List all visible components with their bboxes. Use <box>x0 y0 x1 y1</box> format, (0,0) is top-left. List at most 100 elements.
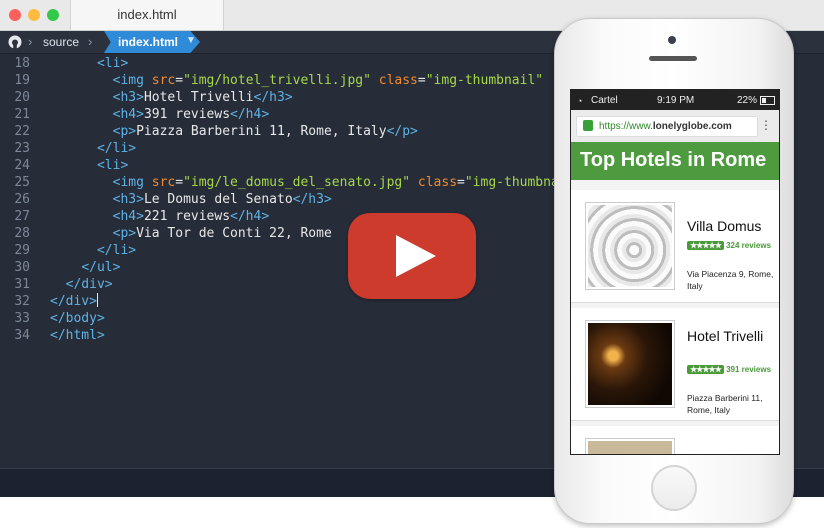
code-text: <h3>Le Domus del Senato</h3> <box>50 191 332 208</box>
code-text: </ul> <box>50 259 120 276</box>
hotel-thumbnail <box>585 202 675 290</box>
token-attr: src <box>151 175 176 190</box>
line-number: 28 <box>14 226 30 241</box>
carrier-label: Cartel <box>591 95 618 106</box>
breadcrumb-item-file[interactable]: index.html <box>118 35 178 49</box>
page-header: Top Hotels in Rome <box>571 142 779 180</box>
line-number: 32 <box>14 294 30 309</box>
code-text: </html> <box>50 327 105 344</box>
hotel-rating: ★★★★★ 324 reviews <box>687 240 773 251</box>
token-tag: </h4> <box>230 209 270 224</box>
token-tag: <p> <box>112 226 137 241</box>
token-tag: </h3> <box>292 192 332 207</box>
token-tag: </div> <box>50 294 97 309</box>
token-tag: <h3> <box>112 192 144 207</box>
token-txt: = <box>175 175 184 190</box>
url-host: lonelyglobe.com <box>652 121 732 132</box>
token-tag: <img <box>112 73 152 88</box>
code-text: </body> <box>50 310 105 327</box>
token-txt: = <box>417 73 426 88</box>
home-button[interactable] <box>651 465 697 511</box>
list-item[interactable]: Hotel Trivelli ★★★★★ 391 reviews Piazza … <box>571 308 779 421</box>
zoom-window-button[interactable] <box>47 9 59 21</box>
rating-stars: ★★★★★ <box>687 241 724 250</box>
token-tag: <li> <box>96 158 129 173</box>
token-attr: class <box>417 175 458 190</box>
rating-stars: ★★★★★ <box>687 365 724 374</box>
github-icon[interactable] <box>8 35 22 49</box>
line-number: 26 <box>14 192 30 207</box>
url-field[interactable]: https://www.lonelyglobe.com <box>576 116 758 137</box>
line-number: 23 <box>14 141 30 156</box>
line-number: 27 <box>14 209 30 224</box>
line-number: 25 <box>14 175 30 190</box>
token-tag: </h4> <box>230 107 270 122</box>
clock-label: 9:19 PM <box>657 95 695 106</box>
token-str: "img-thumbnail" <box>425 73 544 88</box>
token-str: "img/le_domus_del_senato.jpg" <box>183 175 411 190</box>
page-title: Top Hotels in Rome <box>580 149 767 171</box>
speaker-grille <box>649 56 697 61</box>
token-txt: 221 reviews <box>143 209 231 224</box>
chevron-right-icon: › <box>28 34 33 49</box>
token-txt: 391 reviews <box>143 107 231 122</box>
line-number: 20 <box>14 90 30 105</box>
list-item[interactable] <box>571 426 779 454</box>
token-txt: = <box>457 175 465 190</box>
code-text: <h3>Hotel Trivelli</h3> <box>50 89 293 106</box>
wifi-icon: ◔ <box>577 96 583 106</box>
token-tag: <h4> <box>112 209 144 224</box>
line-number: 33 <box>14 311 30 326</box>
line-number: 18 <box>14 56 30 71</box>
line-number: 19 <box>14 73 30 88</box>
list-item[interactable]: Villa Domus ★★★★★ 324 reviews Via Piacen… <box>571 190 779 303</box>
token-tag: </p> <box>386 124 418 139</box>
line-number: 31 <box>14 277 30 292</box>
code-text: <img src="img/hotel_trivelli.jpg" class=… <box>50 72 544 89</box>
tab-index-html[interactable]: index.html <box>70 0 224 30</box>
browser-menu-icon[interactable]: ⋮ <box>760 118 772 132</box>
review-count: 391 reviews <box>726 365 772 374</box>
url-text: https://www.lonelyglobe.com <box>599 121 732 132</box>
line-number: 24 <box>14 158 30 173</box>
chevron-down-icon[interactable]: ▼ <box>186 35 196 46</box>
hotel-address: Piazza Barberini 11, Rome, Italy <box>687 393 763 415</box>
code-text: </div> <box>50 276 113 293</box>
review-count: 324 reviews <box>726 241 772 250</box>
code-text: </div> <box>50 293 98 310</box>
token-txt: Via Tor de Conti 22, Rome <box>136 226 332 241</box>
hotel-name: Villa Domus <box>687 218 762 234</box>
token-str: "img/hotel_trivelli.jpg" <box>183 73 371 88</box>
line-number: 30 <box>14 260 30 275</box>
chevron-right-icon: › <box>88 34 93 49</box>
token-tag: <img <box>112 175 152 190</box>
breadcrumb-item-source[interactable]: source <box>43 35 79 49</box>
code-text: <p>Via Tor de Conti 22, Rome <box>50 225 332 242</box>
code-text: </li> <box>50 140 136 157</box>
token-tag: </h3> <box>253 90 293 105</box>
token-txt: Piazza Barberini 11, Rome, Italy <box>136 124 387 139</box>
camera-icon <box>668 36 676 44</box>
play-video-button[interactable] <box>348 213 476 299</box>
minimize-window-button[interactable] <box>28 9 40 21</box>
line-number: 29 <box>14 243 30 258</box>
token-tag: </html> <box>50 328 105 343</box>
close-window-button[interactable] <box>9 9 21 21</box>
hotel-address: Via Piacenza 9, Rome, Italy <box>687 269 774 291</box>
token-txt: = <box>175 73 184 88</box>
hotel-thumbnail <box>585 438 675 454</box>
code-text: <li> <box>50 55 128 72</box>
play-icon <box>396 235 436 277</box>
token-tag: <h4> <box>112 107 144 122</box>
battery-percent: 22% <box>737 95 758 106</box>
code-text: <li> <box>50 157 128 174</box>
code-text: </li> <box>50 242 136 259</box>
phone-status-bar: ◔ Cartel 9:19 PM 22% <box>571 90 779 110</box>
token-tag: <li> <box>96 56 129 71</box>
token-tag: <p> <box>112 124 137 139</box>
phone-mockup: ◔ Cartel 9:19 PM 22% https://www.lonelyg… <box>554 18 794 524</box>
code-text: <p>Piazza Barberini 11, Rome, Italy</p> <box>50 123 418 140</box>
lock-icon <box>583 120 593 131</box>
